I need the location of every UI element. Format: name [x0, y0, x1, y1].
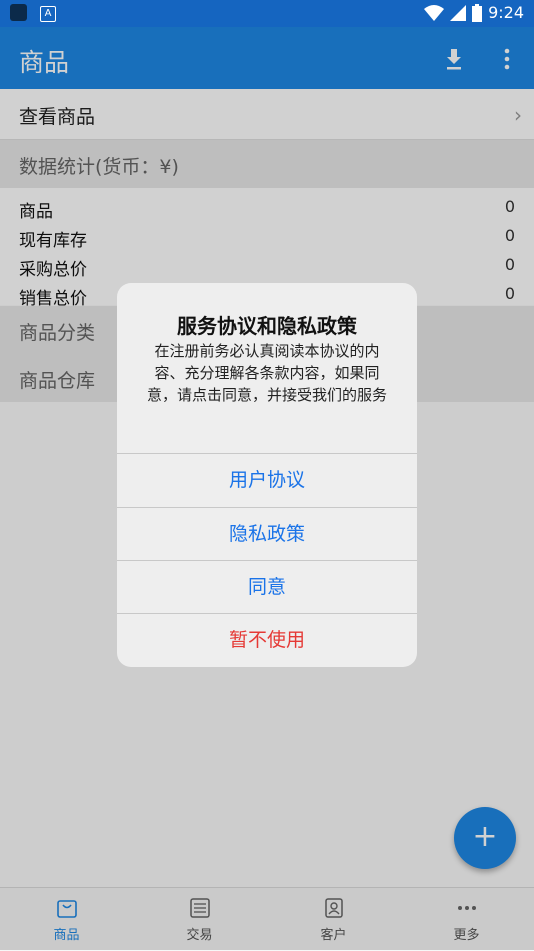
a-notification-icon: A — [40, 6, 56, 22]
agree-button[interactable]: 同意 — [117, 560, 417, 614]
status-bar: A 9:24 — [0, 0, 534, 27]
battery-icon — [472, 3, 483, 22]
privacy-policy-button[interactable]: 隐私政策 — [117, 507, 417, 561]
decline-button[interactable]: 暂不使用 — [117, 613, 417, 667]
dialog-message: 在注册前务必认真阅读本协议的内容、充分理解各条款内容，如果同意，请点击同意，并接… — [146, 342, 387, 404]
user-agreement-button[interactable]: 用户协议 — [117, 453, 417, 507]
privacy-dialog: 服务协议和隐私政策 在注册前务必认真阅读本协议的内容、充分理解各条款内容，如果同… — [117, 283, 417, 667]
app-notification-icon — [10, 4, 27, 21]
wifi-icon — [424, 4, 445, 21]
signal-icon — [450, 4, 467, 21]
status-icons: 9:24 — [424, 3, 524, 22]
dialog-title: 服务协议和隐私政策 — [177, 314, 357, 338]
status-time: 9:24 — [488, 3, 524, 22]
